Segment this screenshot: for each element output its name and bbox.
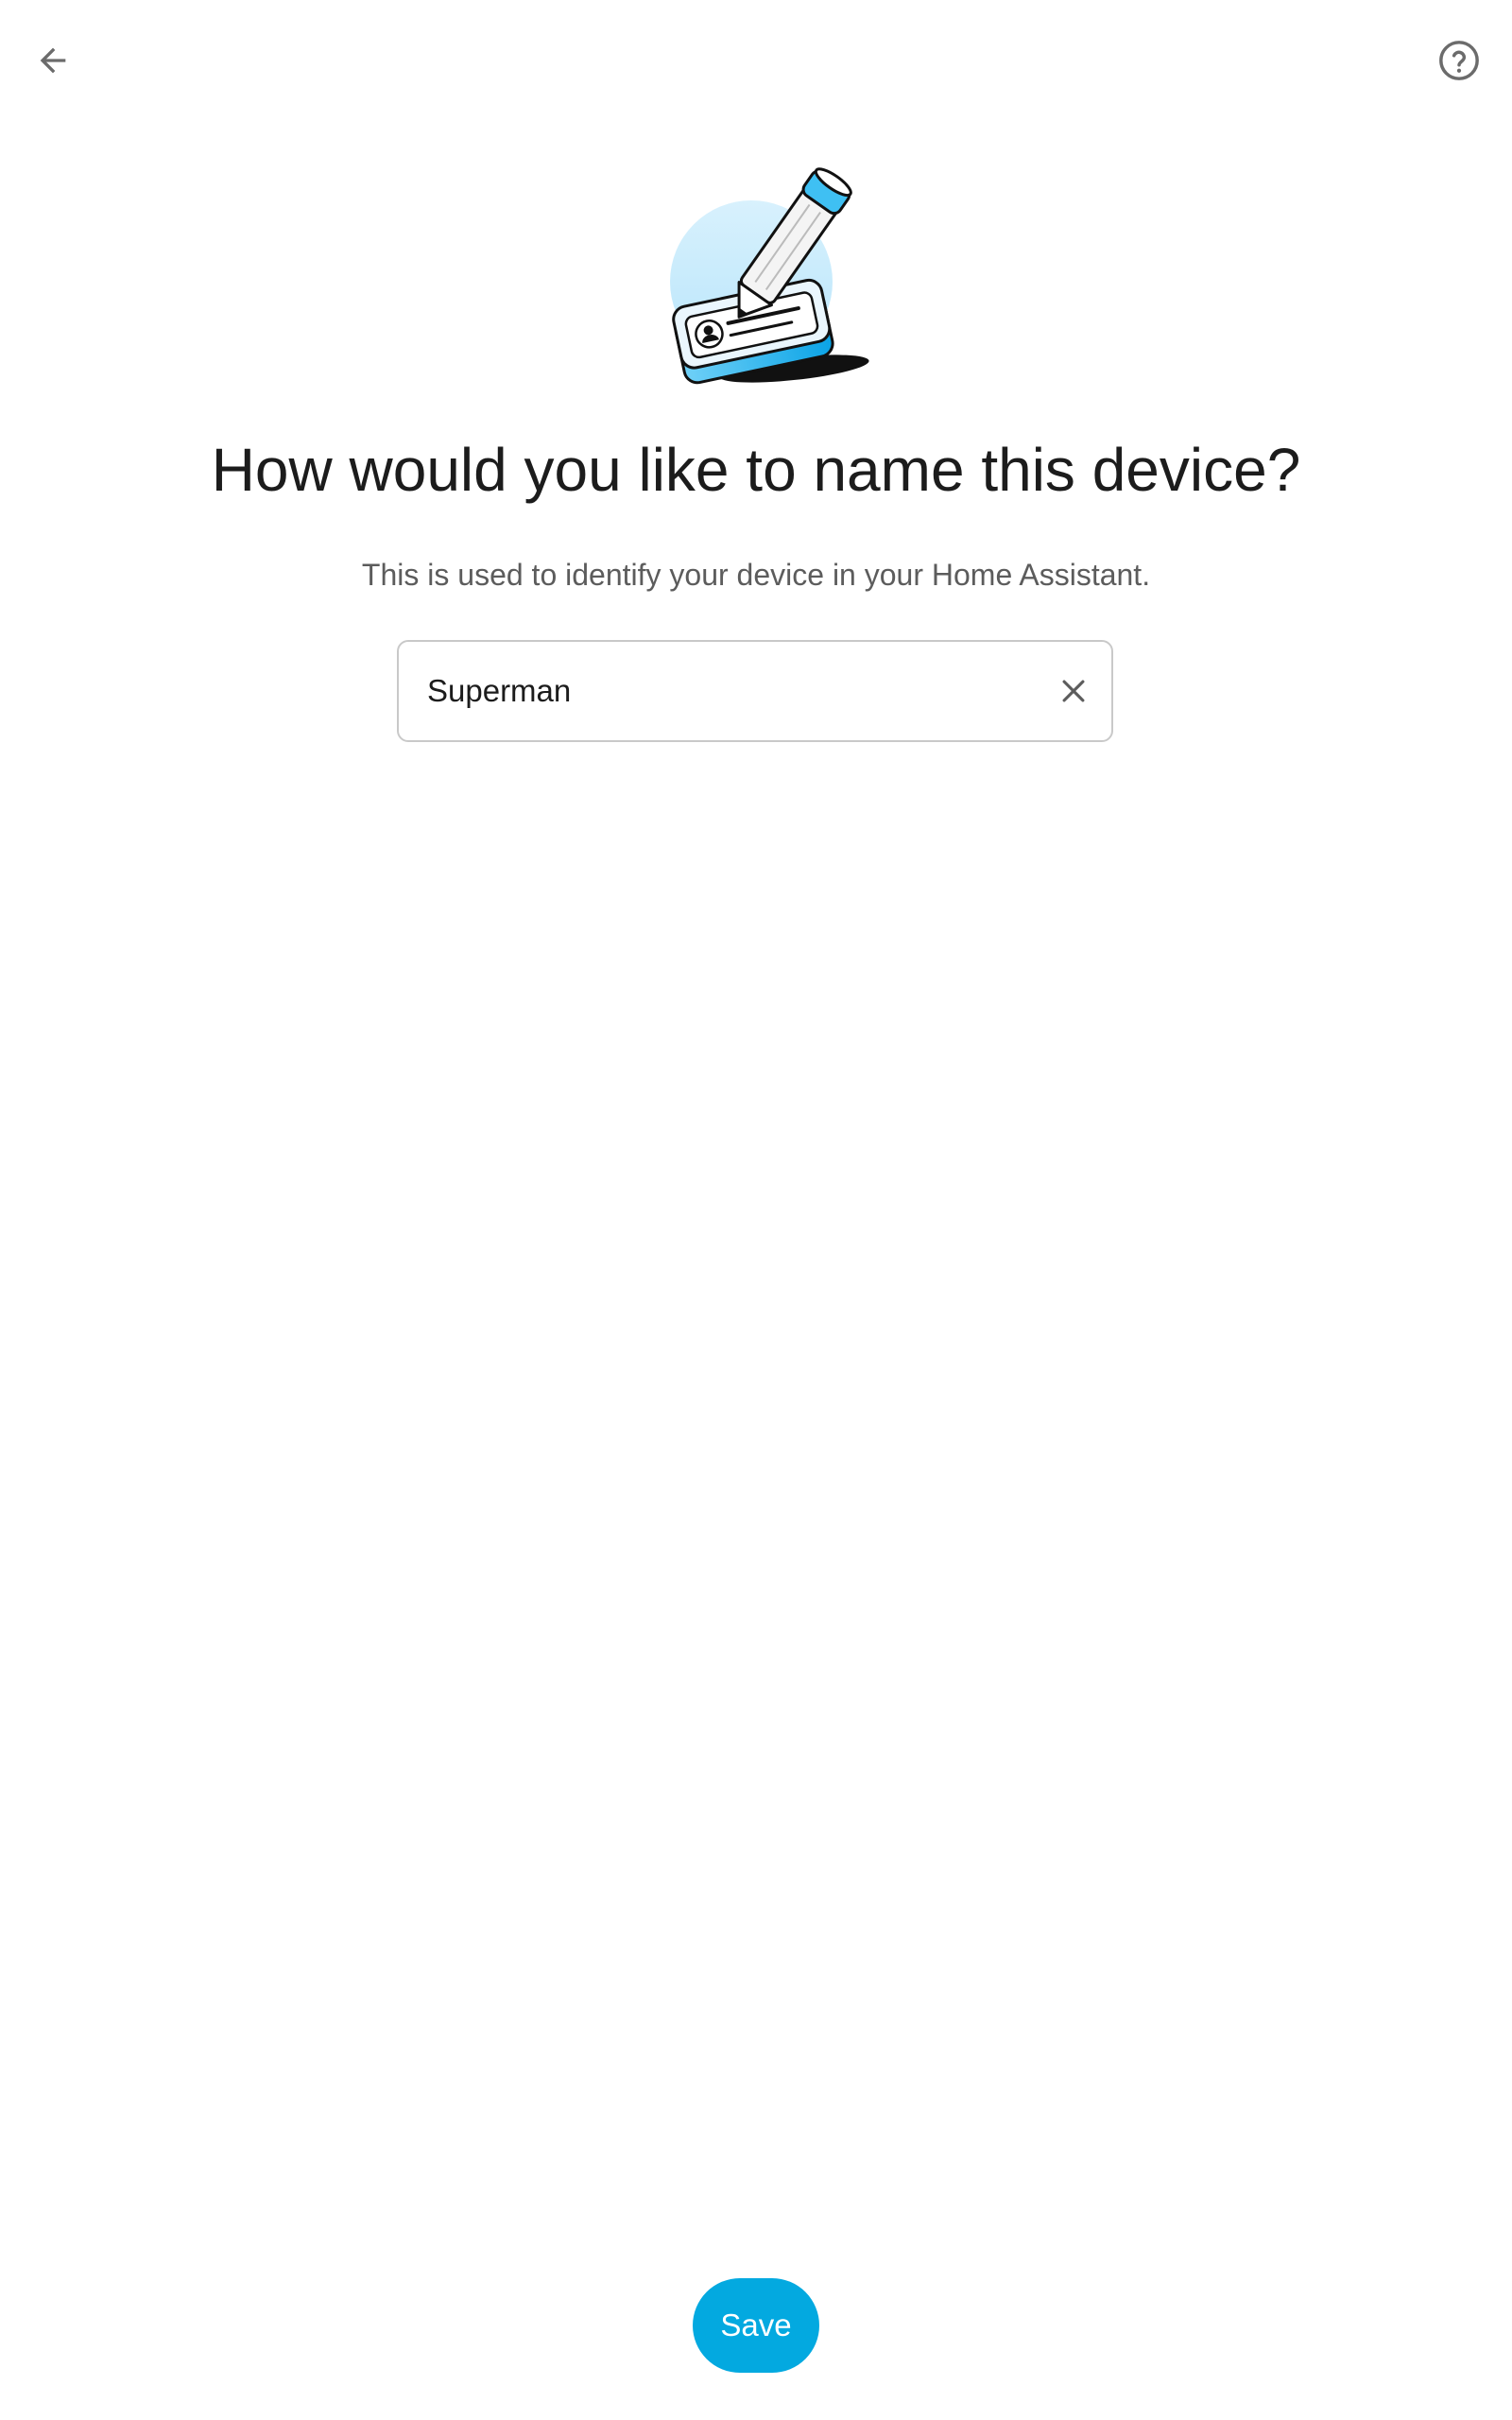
device-name-field xyxy=(397,640,1113,742)
name-device-screen: How would you like to name this device? … xyxy=(0,0,1512,2420)
page-subtitle: This is used to identify your device in … xyxy=(361,558,1151,592)
save-button[interactable]: Save xyxy=(693,2278,819,2373)
back-button[interactable] xyxy=(23,30,83,91)
page-title: How would you like to name this device? xyxy=(211,436,1301,504)
device-name-input[interactable] xyxy=(399,642,1036,740)
arrow-left-icon xyxy=(40,47,66,74)
clear-button[interactable] xyxy=(1036,642,1111,740)
pencil-id-card-illustration xyxy=(662,161,888,397)
help-circle-icon xyxy=(1439,41,1479,80)
close-icon xyxy=(1062,680,1085,702)
help-button[interactable] xyxy=(1429,30,1489,91)
